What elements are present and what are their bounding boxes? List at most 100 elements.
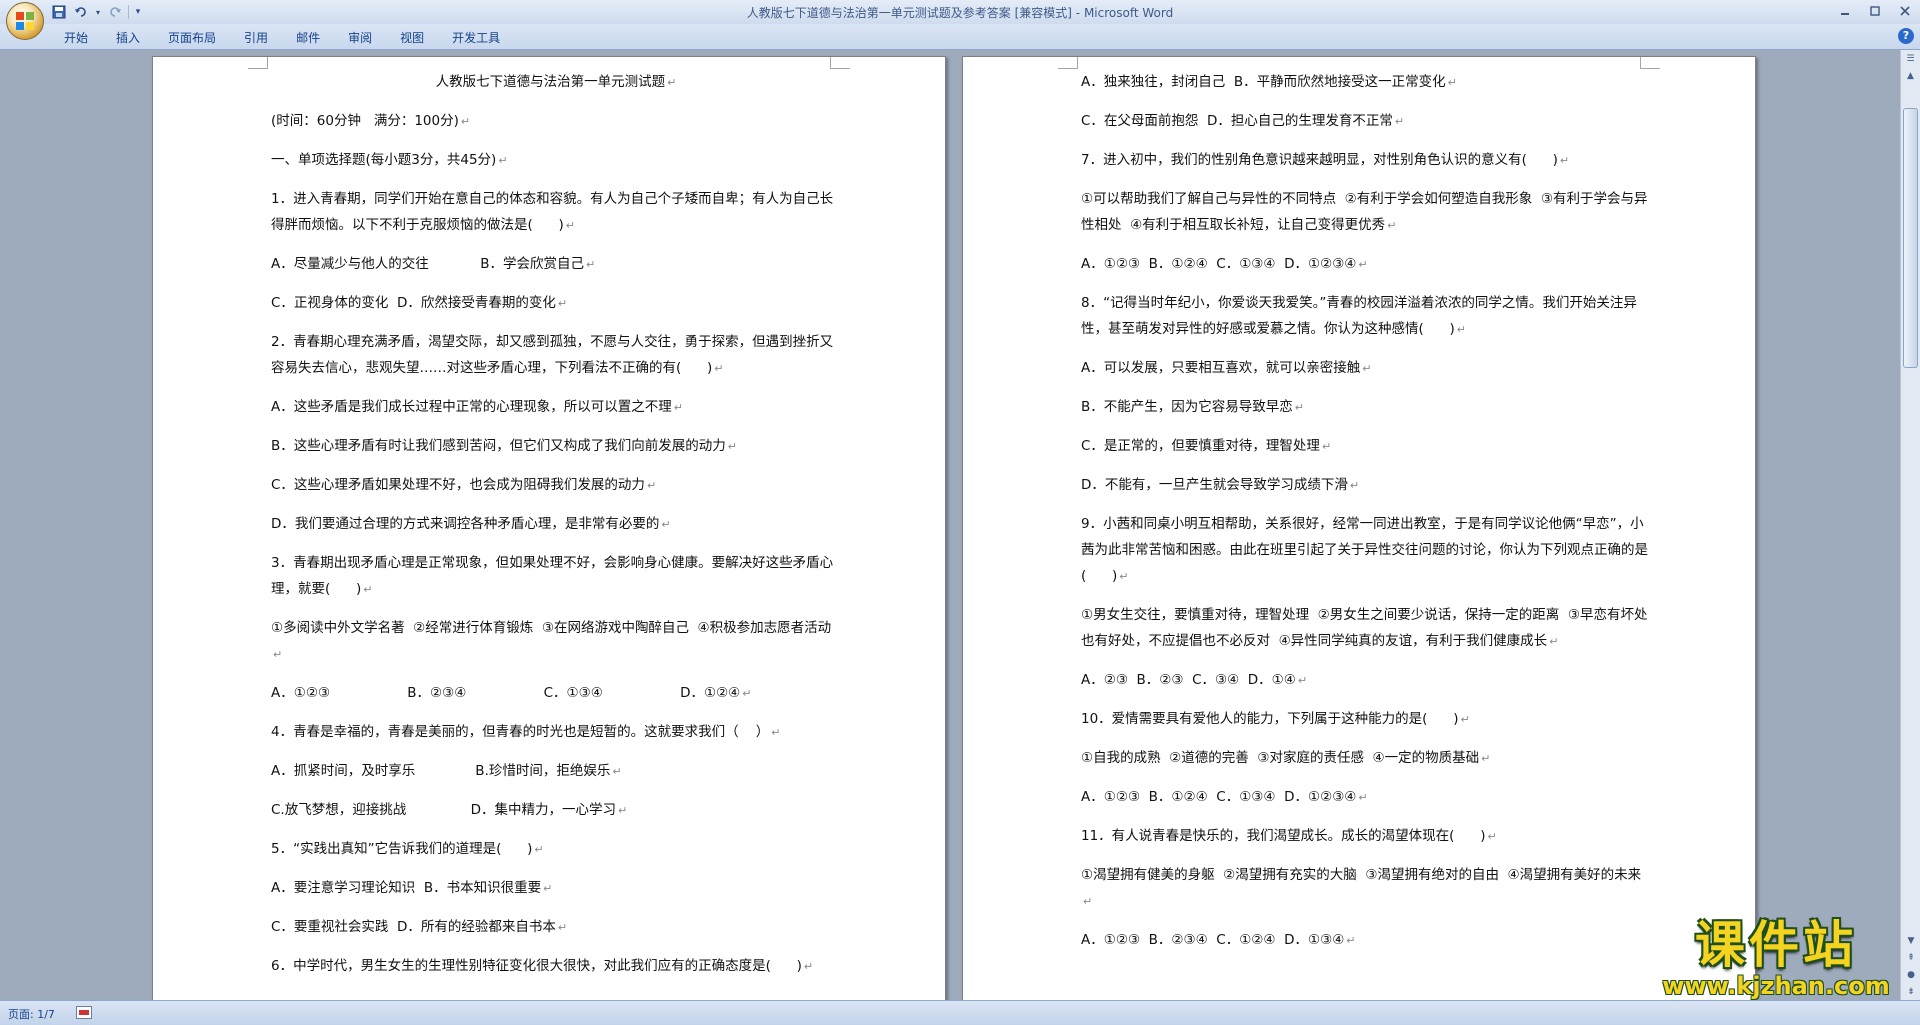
document-paragraph[interactable]: 8．“记得当时年纪小，你爱谈天我爱笑。”青春的校园洋溢着浓浓的同学之情。我们开始… xyxy=(1081,290,1651,343)
maximize-icon[interactable] xyxy=(1860,0,1890,22)
document-paragraph[interactable]: 3．青春期出现矛盾心理是正常现象，但如果处理不好，会影响身心健康。要解决好这些矛… xyxy=(271,550,841,603)
document-paragraph[interactable]: A．尽量减少与他人的交往 B．学会欣赏自己 ↵ xyxy=(271,251,841,278)
document-paragraph[interactable]: C．正视身体的变化 D．欣然接受青春期的变化 ↵ xyxy=(271,290,841,317)
paragraph-text: ①多阅读中外文学名著 ②经常进行体育锻炼 ③在网络游戏中陶醉自己 ④积极参加志愿… xyxy=(271,620,832,636)
tab-view[interactable]: 视图 xyxy=(386,28,438,48)
paragraph-mark-icon: ↵ xyxy=(557,297,568,310)
paragraph-text: C．在父母面前抱怨 D．担心自己的生理发育不正常 xyxy=(1081,113,1393,129)
paragraph-text: 10．爱情需要具有爱他人的能力，下列属于这种能力的是( ) xyxy=(1081,711,1459,727)
document-paragraph[interactable]: 9．小茜和同桌小明互相帮助，关系很好，经常一同进出教室，于是有同学议论他俩“早恋… xyxy=(1081,511,1651,590)
document-paragraph[interactable]: ①男女生交往，要慎重对待，理智处理 ②男女生之间要少说话，保持一定的距离 ③早恋… xyxy=(1081,602,1651,655)
paragraph-mark-icon: ↵ xyxy=(534,843,544,856)
paragraph-mark-icon: ↵ xyxy=(1321,440,1332,453)
document-workspace[interactable]: 人教版七下道德与法治第一单元测试题 ↵ (时间：60分钟 满分：100分) ↵ 一、单项… xyxy=(0,50,1900,1000)
paragraph-text: 6．中学时代，男生女生的生理性别特征变化很大很快，对此我们应有的正确态度是( ) xyxy=(271,958,802,974)
page-counter[interactable]: 页面: 1/7 xyxy=(8,1006,55,1022)
document-paragraph[interactable]: C．要重视社会实践 D．所有的经验都来自书本 ↵ xyxy=(271,914,841,941)
tab-mailings[interactable]: 邮件 xyxy=(282,28,334,48)
paragraph-text: 2．青春期心理充满矛盾，渴望交际，却又感到孤独，不愿与人交往，勇于探索，但遇到挫… xyxy=(271,334,834,376)
document-paragraph[interactable]: A．要注意学习理论知识 B．书本知识很重要 ↵ xyxy=(271,875,841,902)
paragraph-mark-icon: ↵ xyxy=(1349,479,1360,492)
next-page-icon[interactable]: ⇟ xyxy=(1902,984,1920,1000)
paragraph-text: ①自我的成熟 ②道德的完善 ③对家庭的责任感 ④一定的物质基础 xyxy=(1081,750,1480,766)
scroll-down-icon[interactable]: ▼ xyxy=(1902,933,1920,949)
document-paragraph[interactable]: ①自我的成熟 ②道德的完善 ③对家庭的责任感 ④一定的物质基础 ↵ xyxy=(1081,745,1651,772)
document-paragraph[interactable]: A．②③ B．②③ C．③④ D．①④ ↵ xyxy=(1081,667,1651,694)
proofing-icon[interactable] xyxy=(76,1006,92,1019)
document-paragraph[interactable]: 6．中学时代，男生女生的生理性别特征变化很大很快，对此我们应有的正确态度是( )… xyxy=(271,953,841,980)
document-paragraph[interactable]: 2．青春期心理充满矛盾，渴望交际，却又感到孤独，不愿与人交往，勇于探索，但遇到挫… xyxy=(271,329,841,382)
document-paragraph[interactable]: A．①②③ B．②③④ C．①③④ D．①②④ ↵ xyxy=(271,680,841,707)
office-button[interactable] xyxy=(6,2,44,40)
document-paragraph[interactable]: A．①②③ B．②③④ C．①②④ D．①③④ ↵ xyxy=(1081,927,1651,954)
tab-developer[interactable]: 开发工具 xyxy=(438,28,514,48)
paragraph-text: ①渴望拥有健美的身躯 ②渴望拥有充实的大脑 ③渴望拥有绝对的自由 ④渴望拥有美好… xyxy=(1081,867,1642,883)
page-1-text[interactable]: 人教版七下道德与法治第一单元测试题 ↵ (时间：60分钟 满分：100分) ↵ 一、单项… xyxy=(271,69,841,992)
document-paragraph[interactable]: A．可以发展，只要相互喜欢，就可以亲密接触 ↵ xyxy=(1081,355,1651,382)
document-paragraph[interactable]: D．不能有，一旦产生就会导致学习成绩下滑 ↵ xyxy=(1081,472,1651,499)
document-paragraph[interactable]: 人教版七下道德与法治第一单元测试题 ↵ xyxy=(271,69,841,96)
ribbon-tab-bar: 开始 插入 页面布局 引用 邮件 审阅 视图 开发工具 ? xyxy=(0,24,1920,50)
document-paragraph[interactable]: C.放飞梦想，迎接挑战 D．集中精力，一心学习 ↵ xyxy=(271,797,841,824)
document-paragraph[interactable]: A．独来独往，封闭自己 B．平静而欣然地接受这一正常变化 ↵ xyxy=(1081,69,1651,96)
help-icon[interactable]: ? xyxy=(1898,28,1914,44)
ruler-toggle-icon[interactable]: ☰ xyxy=(1902,51,1920,67)
paragraph-mark-icon: ↵ xyxy=(1481,752,1491,765)
document-page-2[interactable]: A．独来独往，封闭自己 B．平静而欣然地接受这一正常变化 ↵ C．在父母面前抱怨 D… xyxy=(962,56,1756,1000)
document-paragraph[interactable]: 10．爱情需要具有爱他人的能力，下列属于这种能力的是( ) ↵ xyxy=(1081,706,1651,733)
paragraph-text: 人教版七下道德与法治第一单元测试题 xyxy=(435,74,666,90)
select-browse-object-icon[interactable]: ● xyxy=(1902,967,1920,983)
paragraph-text: A．可以发展，只要相互喜欢，就可以亲密接触 xyxy=(1081,360,1361,376)
document-paragraph[interactable]: A．①②③ B．①②④ C．①③④ D．①②③④ ↵ xyxy=(1081,251,1651,278)
minimize-icon[interactable] xyxy=(1830,0,1860,22)
tab-home[interactable]: 开始 xyxy=(50,28,102,48)
document-paragraph[interactable]: 一、单项选择题(每小题3分，共45分) ↵ xyxy=(271,147,841,174)
paragraph-text: 5．“实践出真知”它告诉我们的道理是( ) xyxy=(271,841,533,857)
paragraph-mark-icon: ↵ xyxy=(1387,219,1397,232)
paragraph-text: A．①②③ B．②③④ C．①②④ D．①③④ xyxy=(1081,932,1345,948)
paragraph-mark-icon: ↵ xyxy=(1346,934,1356,947)
page-2-text[interactable]: A．独来独往，封闭自己 B．平静而欣然地接受这一正常变化 ↵ C．在父母面前抱怨 D… xyxy=(1081,69,1651,966)
document-paragraph[interactable]: C．在父母面前抱怨 D．担心自己的生理发育不正常 ↵ xyxy=(1081,108,1651,135)
document-paragraph[interactable]: (时间：60分钟 满分：100分) ↵ xyxy=(271,108,841,135)
document-paragraph[interactable]: 1．进入青春期，同学们开始在意自己的体态和容貌。有人为自己个子矮而自卑；有人为自… xyxy=(271,186,841,239)
document-paragraph[interactable]: ①多阅读中外文学名著 ②经常进行体育锻炼 ③在网络游戏中陶醉自己 ④积极参加志愿… xyxy=(271,615,841,668)
document-paragraph[interactable]: C．这些心理矛盾如果处理不好，也会成为阻碍我们发展的动力 ↵ xyxy=(271,472,841,499)
document-paragraph[interactable]: 7．进入初中，我们的性别角色意识越来越明显，对性别角色认识的意义有( ) ↵ xyxy=(1081,147,1651,174)
tab-insert[interactable]: 插入 xyxy=(102,28,154,48)
paragraph-mark-icon: ↵ xyxy=(617,804,628,817)
title-separator: - xyxy=(1071,6,1084,20)
close-icon[interactable] xyxy=(1890,0,1920,22)
document-paragraph[interactable]: A．①②③ B．①②④ C．①③④ D．①②③④ ↵ xyxy=(1081,784,1651,811)
paragraph-mark-icon: ↵ xyxy=(1083,895,1093,908)
watermark-title: 课件站 xyxy=(1695,915,1857,974)
paragraph-mark-icon: ↵ xyxy=(661,518,671,531)
document-paragraph[interactable]: ①可以帮助我们了解自己与异性的不同特点 ②有利于学会如何塑造自我形象 ③有利于学… xyxy=(1081,186,1651,239)
paragraph-text: 11．有人说青春是快乐的，我们渴望成长。成长的渴望体现在( ) xyxy=(1081,828,1486,844)
site-watermark: 课件站 www.kjzhan.com xyxy=(1656,915,1896,1000)
document-paragraph[interactable]: 4．青春是幸福的，青春是美丽的，但青春的时光也是短暂的。这就要求我们（ ） ↵ xyxy=(271,719,841,746)
document-paragraph[interactable]: A．这些矛盾是我们成长过程中正常的心理现象，所以可以置之不理 ↵ xyxy=(271,394,841,421)
scrollbar-thumb[interactable] xyxy=(1903,108,1918,368)
document-paragraph[interactable]: 5．“实践出真知”它告诉我们的道理是( ) ↵ xyxy=(271,836,841,863)
scroll-up-icon[interactable]: ▲ xyxy=(1902,68,1920,84)
document-page-1[interactable]: 人教版七下道德与法治第一单元测试题 ↵ (时间：60分钟 满分：100分) ↵ 一、单项… xyxy=(152,56,946,1000)
status-bar: 页面: 1/7 xyxy=(0,1000,1920,1025)
document-paragraph[interactable]: D．我们要通过合理的方式来调控各种矛盾心理，是非常有必要的 ↵ xyxy=(271,511,841,538)
paragraph-text: A．要注意学习理论知识 B．书本知识很重要 xyxy=(271,880,542,896)
paragraph-text: C．这些心理矛盾如果处理不好，也会成为阻碍我们发展的动力 xyxy=(271,477,645,493)
document-paragraph[interactable]: A．抓紧时间，及时享乐 B.珍惜时间，拒绝娱乐 ↵ xyxy=(271,758,841,785)
tab-review[interactable]: 审阅 xyxy=(334,28,386,48)
document-paragraph[interactable]: C．是正常的，但要慎重对待，理智处理 ↵ xyxy=(1081,433,1651,460)
tab-page-layout[interactable]: 页面布局 xyxy=(154,28,230,48)
paragraph-mark-icon: ↵ xyxy=(543,882,553,895)
document-paragraph[interactable]: B．不能产生，因为它容易导致早恋 ↵ xyxy=(1081,394,1651,421)
paragraph-text: A．②③ B．②③ C．③④ D．①④ xyxy=(1081,672,1296,688)
vertical-scrollbar[interactable]: ☰ ▲ ▼ ⇞ ● ⇟ xyxy=(1900,50,1920,1000)
previous-page-icon[interactable]: ⇞ xyxy=(1902,950,1920,966)
document-paragraph[interactable]: B．这些心理矛盾有时让我们感到苦闷，但它们又构成了我们向前发展的动力 ↵ xyxy=(271,433,841,460)
document-paragraph[interactable]: ①渴望拥有健美的身躯 ②渴望拥有充实的大脑 ③渴望拥有绝对的自由 ④渴望拥有美好… xyxy=(1081,862,1651,915)
paragraph-mark-icon: ↵ xyxy=(1394,115,1405,128)
document-paragraph[interactable]: 11．有人说青春是快乐的，我们渴望成长。成长的渴望体现在( ) ↵ xyxy=(1081,823,1651,850)
tab-references[interactable]: 引用 xyxy=(230,28,282,48)
